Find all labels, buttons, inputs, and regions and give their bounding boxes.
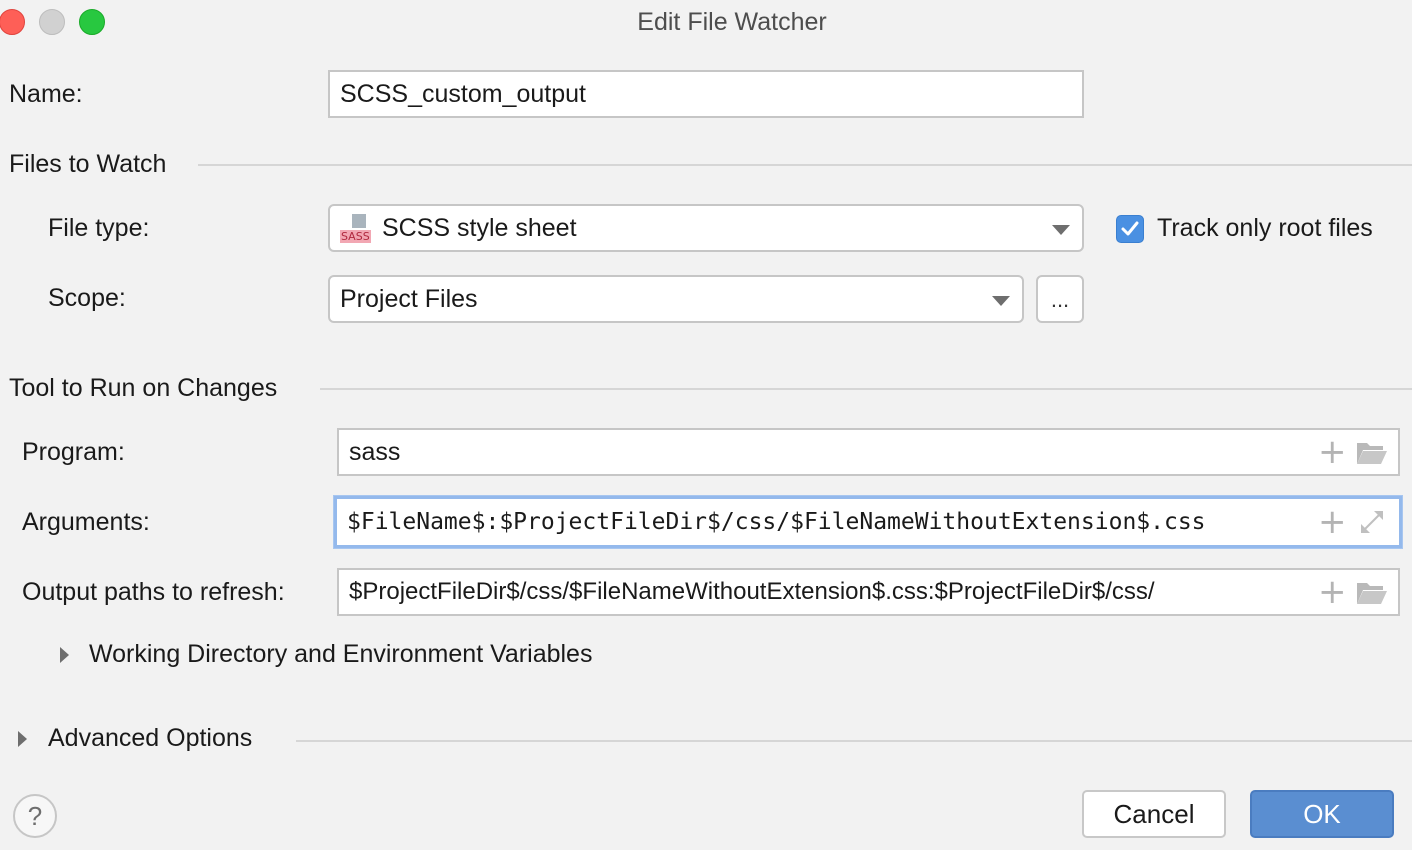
program-input[interactable]: sass — [337, 428, 1400, 476]
working-directory-toggle[interactable]: Working Directory and Environment Variab… — [58, 640, 678, 672]
files-to-watch-section-title: Files to Watch — [9, 150, 167, 178]
arguments-label: Arguments: — [22, 508, 150, 536]
working-directory-label: Working Directory and Environment Variab… — [89, 640, 593, 668]
folder-open-icon[interactable] — [1356, 440, 1388, 466]
scope-select[interactable]: Project Files — [328, 275, 1024, 323]
cancel-button[interactable]: Cancel — [1082, 790, 1226, 838]
file-type-label: File type: — [48, 214, 150, 242]
scope-value: Project Files — [340, 284, 478, 313]
output-paths-label: Output paths to refresh: — [22, 578, 285, 606]
sass-file-icon: SASS — [340, 212, 371, 244]
expand-triangle-icon — [60, 647, 69, 663]
file-type-select[interactable]: SASS SCSS style sheet — [328, 204, 1084, 252]
scope-more-button[interactable]: ... — [1036, 275, 1084, 323]
arguments-input[interactable]: $FileName$:$ProjectFileDir$/css/$FileNam… — [334, 496, 1402, 548]
track-root-files-label[interactable]: Track only root files — [1157, 214, 1373, 243]
advanced-options-divider — [296, 740, 1412, 742]
insert-macro-icon[interactable]: + — [1318, 505, 1347, 539]
help-button[interactable]: ? — [13, 794, 57, 838]
chevron-down-icon — [1052, 225, 1070, 235]
name-input-value: SCSS_custom_output — [340, 79, 586, 108]
tool-to-run-divider — [320, 388, 1412, 390]
file-type-value: SCSS style sheet — [382, 213, 577, 242]
chevron-down-icon — [992, 296, 1010, 306]
scope-label: Scope: — [48, 284, 126, 312]
advanced-options-label: Advanced Options — [48, 724, 253, 752]
arguments-value: $FileName$:$ProjectFileDir$/css/$FileNam… — [347, 509, 1206, 535]
insert-macro-icon[interactable]: + — [1318, 575, 1347, 609]
track-root-files-checkbox[interactable] — [1116, 215, 1144, 243]
name-input[interactable]: SCSS_custom_output — [328, 70, 1084, 118]
output-paths-input[interactable]: $ProjectFileDir$/css/$FileNameWithoutExt… — [337, 568, 1400, 616]
expand-triangle-icon — [18, 731, 27, 747]
window-title: Edit File Watcher — [637, 8, 827, 36]
ok-button[interactable]: OK — [1250, 790, 1394, 838]
program-label: Program: — [22, 438, 125, 466]
help-icon: ? — [27, 800, 43, 831]
checkmark-icon — [1121, 221, 1139, 236]
program-value: sass — [349, 437, 401, 466]
insert-macro-icon[interactable]: + — [1318, 435, 1347, 469]
name-label: Name: — [9, 80, 83, 108]
folder-open-icon[interactable] — [1356, 580, 1388, 606]
files-to-watch-divider — [198, 164, 1412, 166]
tool-to-run-section-title: Tool to Run on Changes — [9, 374, 278, 402]
advanced-options-toggle[interactable]: Advanced Options — [16, 724, 296, 756]
expand-icon[interactable] — [1358, 508, 1386, 536]
output-paths-value: $ProjectFileDir$/css/$FileNameWithoutExt… — [349, 578, 1155, 605]
